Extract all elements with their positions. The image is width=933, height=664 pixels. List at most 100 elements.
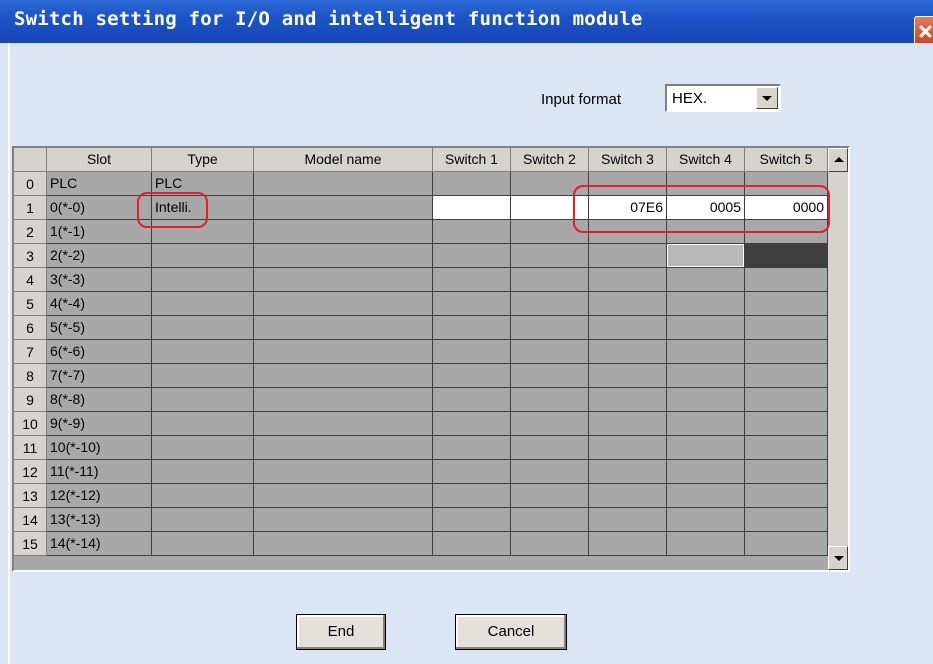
sw2-cell[interactable] [511, 388, 589, 412]
slot-cell[interactable]: 6(*-6) [47, 340, 152, 364]
sw4-cell[interactable] [667, 316, 745, 340]
sw1-cell[interactable] [433, 196, 511, 220]
model-cell[interactable] [254, 412, 433, 436]
cancel-button[interactable]: Cancel [455, 614, 567, 650]
sw1-cell[interactable] [433, 460, 511, 484]
slot-cell[interactable]: 11(*-11) [47, 460, 152, 484]
type-cell[interactable] [152, 532, 254, 556]
sw4-cell[interactable] [667, 412, 745, 436]
sw5-cell[interactable] [745, 268, 828, 292]
type-cell[interactable] [152, 340, 254, 364]
sw1-cell[interactable] [433, 220, 511, 244]
sw2-cell[interactable] [511, 508, 589, 532]
sw3-cell[interactable] [589, 412, 667, 436]
model-cell[interactable] [254, 532, 433, 556]
sw3-cell[interactable]: 07E6 [589, 196, 667, 220]
sw5-cell[interactable] [745, 412, 828, 436]
sw4-cell[interactable] [667, 436, 745, 460]
sw5-cell[interactable] [745, 460, 828, 484]
sw4-cell[interactable] [667, 244, 745, 268]
type-cell[interactable] [152, 388, 254, 412]
sw1-cell[interactable] [433, 508, 511, 532]
input-format-select[interactable]: HEX. [665, 84, 781, 112]
type-cell[interactable]: PLC [152, 172, 254, 196]
sw2-cell[interactable] [511, 484, 589, 508]
sw4-cell[interactable]: 0005 [667, 196, 745, 220]
type-cell[interactable] [152, 268, 254, 292]
slot-cell[interactable]: 8(*-8) [47, 388, 152, 412]
type-cell[interactable] [152, 316, 254, 340]
sw5-cell[interactable] [745, 484, 828, 508]
sw4-cell[interactable] [667, 364, 745, 388]
sw1-cell[interactable] [433, 244, 511, 268]
sw3-cell[interactable] [589, 532, 667, 556]
model-cell[interactable] [254, 172, 433, 196]
type-cell[interactable] [152, 220, 254, 244]
slot-cell[interactable]: 2(*-2) [47, 244, 152, 268]
sw2-cell[interactable] [511, 244, 589, 268]
slot-cell[interactable]: 13(*-13) [47, 508, 152, 532]
sw3-cell[interactable] [589, 460, 667, 484]
sw2-cell[interactable] [511, 364, 589, 388]
slot-cell[interactable]: 14(*-14) [47, 532, 152, 556]
slot-cell[interactable]: 5(*-5) [47, 316, 152, 340]
model-cell[interactable] [254, 292, 433, 316]
sw4-cell[interactable] [667, 292, 745, 316]
sw3-cell[interactable] [589, 292, 667, 316]
sw4-cell[interactable] [667, 388, 745, 412]
model-cell[interactable] [254, 508, 433, 532]
sw3-cell[interactable] [589, 244, 667, 268]
type-cell[interactable] [152, 436, 254, 460]
sw5-cell[interactable] [745, 508, 828, 532]
sw5-cell[interactable] [745, 172, 828, 196]
sw5-cell[interactable] [745, 340, 828, 364]
sw3-cell[interactable] [589, 436, 667, 460]
model-cell[interactable] [254, 460, 433, 484]
sw3-cell[interactable] [589, 484, 667, 508]
type-cell[interactable] [152, 412, 254, 436]
model-cell[interactable] [254, 340, 433, 364]
model-cell[interactable] [254, 196, 433, 220]
vertical-scrollbar[interactable] [828, 148, 848, 570]
sw3-cell[interactable] [589, 340, 667, 364]
sw2-cell[interactable] [511, 172, 589, 196]
chevron-down-icon[interactable] [756, 87, 778, 109]
sw2-cell[interactable] [511, 460, 589, 484]
sw1-cell[interactable] [433, 436, 511, 460]
sw1-cell[interactable] [433, 388, 511, 412]
sw3-cell[interactable] [589, 388, 667, 412]
model-cell[interactable] [254, 484, 433, 508]
slot-cell[interactable]: 1(*-1) [47, 220, 152, 244]
type-cell[interactable] [152, 244, 254, 268]
type-cell[interactable] [152, 364, 254, 388]
sw1-cell[interactable] [433, 412, 511, 436]
sw4-cell[interactable] [667, 532, 745, 556]
model-cell[interactable] [254, 316, 433, 340]
sw5-cell[interactable] [745, 220, 828, 244]
sw4-cell[interactable] [667, 460, 745, 484]
type-cell[interactable] [152, 508, 254, 532]
sw3-cell[interactable] [589, 220, 667, 244]
slot-cell[interactable]: 10(*-10) [47, 436, 152, 460]
sw5-cell[interactable] [745, 364, 828, 388]
slot-cell[interactable]: 7(*-7) [47, 364, 152, 388]
slot-cell[interactable]: 4(*-4) [47, 292, 152, 316]
sw1-cell[interactable] [433, 364, 511, 388]
sw5-cell[interactable] [745, 532, 828, 556]
type-cell[interactable] [152, 460, 254, 484]
close-icon[interactable] [914, 16, 933, 46]
sw3-cell[interactable] [589, 508, 667, 532]
sw4-cell[interactable] [667, 484, 745, 508]
type-cell[interactable] [152, 292, 254, 316]
model-cell[interactable] [254, 388, 433, 412]
end-button[interactable]: End [296, 614, 386, 650]
sw3-cell[interactable] [589, 364, 667, 388]
slot-cell[interactable]: PLC [47, 172, 152, 196]
sw2-cell[interactable] [511, 220, 589, 244]
sw3-cell[interactable] [589, 268, 667, 292]
sw3-cell[interactable] [589, 172, 667, 196]
sw2-cell[interactable] [511, 292, 589, 316]
scroll-up-icon[interactable] [828, 148, 848, 172]
sw4-cell[interactable] [667, 268, 745, 292]
sw4-cell[interactable] [667, 220, 745, 244]
